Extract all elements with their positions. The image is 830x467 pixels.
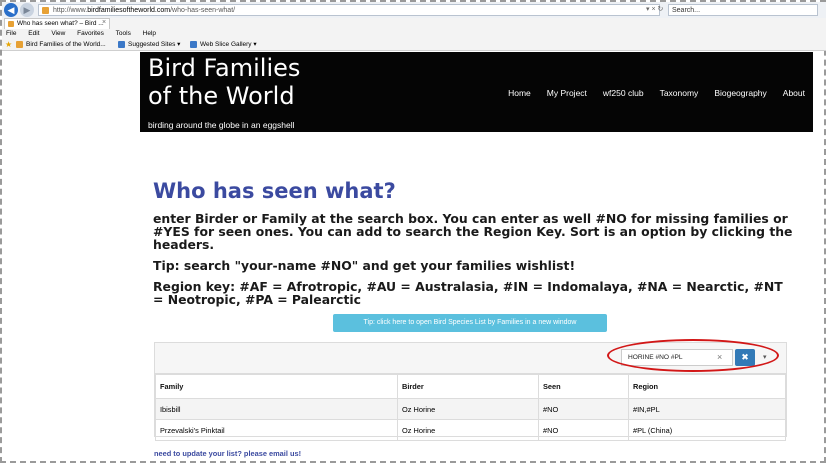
favorite-web-slice-gallery[interactable]: Web Slice Gallery ▾ xyxy=(190,40,257,49)
cell-seen: #NO xyxy=(538,419,629,441)
site-tagline: birding around the globe in an eggshell xyxy=(148,120,295,130)
menu-tools[interactable]: Tools xyxy=(116,29,131,39)
favorites-star-icon[interactable]: ★ xyxy=(5,40,12,49)
site-title-line1: Bird Families xyxy=(148,54,301,82)
intro-paragraph-tip: Tip: search "your-name #NO" and get your… xyxy=(153,258,576,273)
nav-home[interactable]: Home xyxy=(508,88,531,98)
site-header: Bird Families of the World Home My Proje… xyxy=(140,52,813,132)
intro-paragraph-search: enter Birder or Family at the search box… xyxy=(153,211,793,252)
search-highlight-annotation xyxy=(607,339,779,372)
menu-bar: File Edit View Favorites Tools Help xyxy=(2,29,826,39)
favorite-label: Web Slice Gallery ▾ xyxy=(200,41,257,48)
url-path: /who-has-seen-what/ xyxy=(170,7,236,14)
tab-title: Who has seen what? – Bird ... xyxy=(17,20,104,27)
results-table: Family Birder Seen Region Ibisbill Oz Ho… xyxy=(155,374,786,441)
cell-region: #IN,#PL xyxy=(628,398,786,420)
suggested-sites-icon xyxy=(118,41,125,48)
cell-region: #PL (China) xyxy=(628,419,786,441)
site-title[interactable]: Bird Families of the World xyxy=(148,54,300,110)
cell-family: Przevalski's Pinktail xyxy=(155,419,398,441)
menu-favorites[interactable]: Favorites xyxy=(77,29,104,39)
address-controls[interactable]: ▾ × ↻ xyxy=(646,5,663,13)
url-host: birdfamiliesoftheworld.com xyxy=(87,7,171,14)
favorite-label: Suggested Sites ▾ xyxy=(128,41,181,48)
tab-row: Who has seen what? – Bird ... xyxy=(2,18,826,29)
favorite-favicon-icon xyxy=(16,41,23,48)
nav-taxonomy[interactable]: Taxonomy xyxy=(660,88,699,98)
cell-birder: Oz Horine xyxy=(397,398,539,420)
tab-close-icon[interactable]: × xyxy=(102,19,106,26)
arrow-left-icon: ◀ xyxy=(7,4,15,15)
table-row: Przevalski's Pinktail Oz Horine #NO #PL … xyxy=(155,419,786,441)
favorite-label: Bird Families of the World... xyxy=(26,41,106,48)
nav-my-project[interactable]: My Project xyxy=(547,88,587,98)
menu-edit[interactable]: Edit xyxy=(28,29,39,39)
header-birder[interactable]: Birder xyxy=(397,374,539,399)
intro-paragraph-region-key: Region key: #AF = Afrotropic, #AU = Aust… xyxy=(153,279,783,307)
page-title: Who has seen what? xyxy=(153,179,396,203)
cell-family: Ibisbill xyxy=(155,398,398,420)
tab-who-has-seen-what[interactable]: Who has seen what? – Bird ... xyxy=(4,18,110,29)
menu-view[interactable]: View xyxy=(51,29,65,39)
favorites-bar: ★ Bird Families of the World... Suggeste… xyxy=(2,39,826,50)
nav-about[interactable]: About xyxy=(783,88,805,98)
address-bar-row: ◀ ▶ http://www.birdfamiliesoftheworld.co… xyxy=(2,2,826,18)
menu-help[interactable]: Help xyxy=(143,29,156,39)
favorite-bird-families[interactable]: Bird Families of the World... xyxy=(16,40,106,49)
update-list-link[interactable]: need to update your list? please email u… xyxy=(154,449,301,458)
tab-favicon-icon xyxy=(8,21,14,27)
cell-seen: #NO xyxy=(538,398,629,420)
table-row: Ibisbill Oz Horine #NO #IN,#PL xyxy=(155,398,786,420)
site-nav: Home My Project wf250 club Taxonomy Biog… xyxy=(492,88,805,98)
menu-file[interactable]: File xyxy=(6,29,16,39)
browser-search-box[interactable]: Search... xyxy=(668,4,818,16)
forward-button[interactable]: ▶ xyxy=(20,3,34,17)
nav-wf250-club[interactable]: wf250 club xyxy=(603,88,644,98)
back-button[interactable]: ◀ xyxy=(4,3,18,17)
page-favicon-icon xyxy=(42,7,49,14)
main-content: Who has seen what? enter Birder or Famil… xyxy=(153,178,793,314)
nav-biogeography[interactable]: Biogeography xyxy=(714,88,766,98)
address-bar[interactable]: http://www.birdfamiliesoftheworld.com/wh… xyxy=(38,4,660,16)
site-title-line2: of the World xyxy=(148,82,295,110)
species-list-button[interactable]: Tip: click here to open Bird Species Lis… xyxy=(333,314,607,332)
header-region[interactable]: Region xyxy=(628,374,786,399)
web-slice-icon xyxy=(190,41,197,48)
url-prefix: http://www. xyxy=(53,7,88,14)
intro-text: enter Birder or Family at the search box… xyxy=(153,212,793,306)
browser-chrome: ◀ ▶ http://www.birdfamiliesoftheworld.co… xyxy=(2,2,826,51)
table-header-row: Family Birder Seen Region xyxy=(155,374,786,399)
cell-birder: Oz Horine xyxy=(397,419,539,441)
header-family[interactable]: Family xyxy=(155,374,398,399)
favorite-suggested-sites[interactable]: Suggested Sites ▾ xyxy=(118,40,180,49)
header-seen[interactable]: Seen xyxy=(538,374,629,399)
arrow-right-icon: ▶ xyxy=(23,4,31,15)
